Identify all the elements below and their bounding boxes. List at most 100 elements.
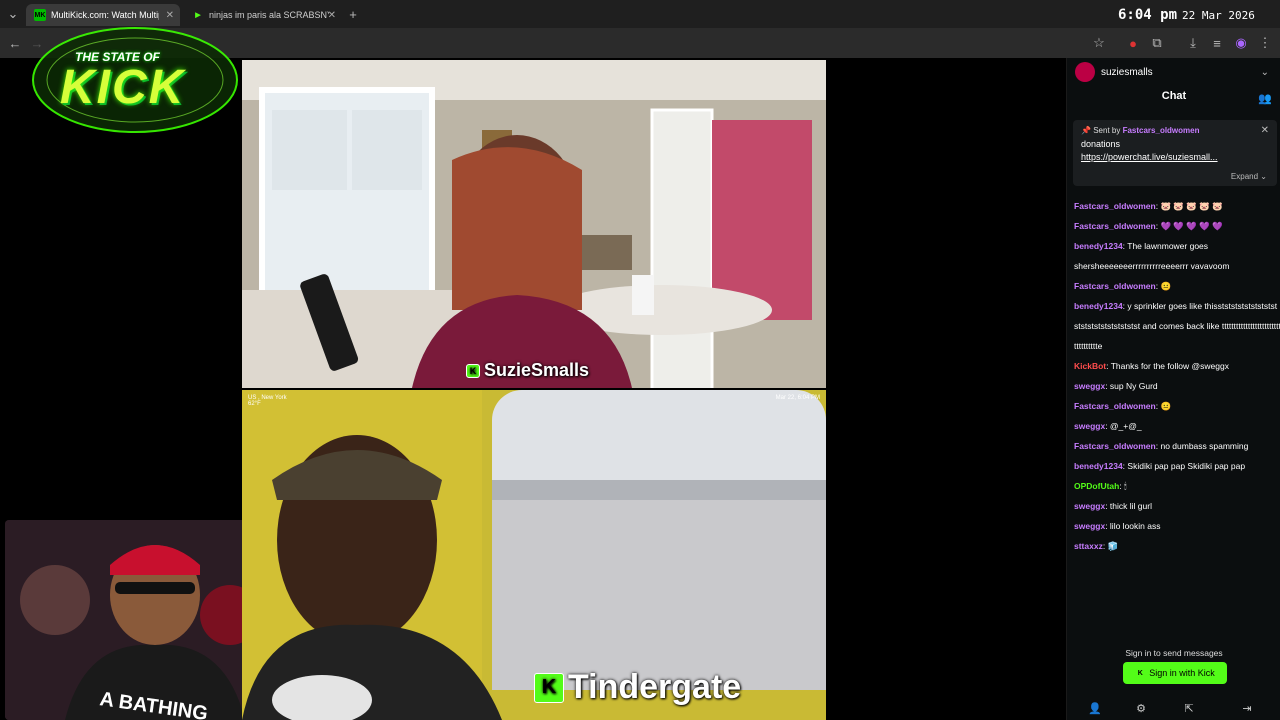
living-room-scene xyxy=(242,60,826,388)
chat-username[interactable]: Fastcars_oldwomen xyxy=(1074,401,1156,411)
profile-icon[interactable]: ◉ xyxy=(1232,34,1250,52)
chevron-down-icon[interactable]: ⌄ xyxy=(1261,67,1269,78)
chat-username[interactable]: KickBot xyxy=(1074,361,1106,371)
chat-text: 💜 💜 💜 💜 💜 xyxy=(1160,221,1223,231)
chat-username[interactable]: OPDofUtah xyxy=(1074,481,1119,491)
users-icon[interactable]: 👥 xyxy=(1258,92,1272,105)
chat-messages: Fastcars_oldwomen: 🐷 🐷 🐷 🐷 🐷 Fastcars_ol… xyxy=(1067,196,1280,636)
download-icon[interactable]: ⤓ xyxy=(1184,34,1202,52)
chat-text: lilo lookin ass xyxy=(1109,521,1161,531)
chat-message: benedy1234: y sprinkler goes like thisst… xyxy=(1074,301,1280,351)
chat-username[interactable]: benedy1234 xyxy=(1074,241,1123,251)
kick-logo-icon: K xyxy=(1135,668,1146,678)
extension-icon[interactable]: ● xyxy=(1124,34,1142,52)
chat-message: Fastcars_oldwomen: 😐 xyxy=(1074,281,1172,291)
tab-title: ninjas im paris ala SCRABSNYC xyxy=(209,10,329,20)
close-tab-icon[interactable]: ✕ xyxy=(166,10,174,21)
chat-channel-header[interactable]: suziesmalls ⌄ xyxy=(1067,58,1280,86)
clock-time: 6:04 pm xyxy=(1118,7,1178,23)
pinned-user[interactable]: Fastcars_oldwomen xyxy=(1123,126,1200,135)
logo-title: KICK xyxy=(60,61,186,114)
chat-text: thick lil gurl xyxy=(1109,501,1152,511)
back-icon[interactable]: ← xyxy=(6,34,24,52)
tab-title: MultiKick.com: Watch Multiple xyxy=(51,10,159,20)
chat-username[interactable]: sweggx xyxy=(1074,381,1105,391)
gear-icon[interactable]: ⚙ xyxy=(1133,700,1149,716)
chat-text: Thanks for the follow @sweggx xyxy=(1110,361,1229,371)
chat-username[interactable]: sweggx xyxy=(1074,421,1105,431)
chat-text: sup Ny Gurd xyxy=(1109,381,1158,391)
pin-icon: 📌 xyxy=(1081,126,1091,135)
expand-label: Expand xyxy=(1230,172,1259,181)
pinned-sender-line: 📌 Sent by Fastcars_oldwomen xyxy=(1081,126,1269,135)
chat-footer: 👤 ⚙ ⇱ ⇥ xyxy=(1067,696,1280,720)
pinned-link[interactable]: https://powerchat.live/suziesmall... xyxy=(1081,152,1269,162)
extensions-puzzle-icon[interactable]: ⧉ xyxy=(1148,34,1166,52)
stream-name-caption: K SuzieSmalls xyxy=(466,360,589,381)
kick-logo-icon: K xyxy=(466,363,480,378)
media-icon[interactable]: ≡ xyxy=(1208,34,1226,52)
stream-name-caption: K Tindergate xyxy=(534,668,741,707)
chat-message: KickBot: Thanks for the follow @sweggx xyxy=(1074,361,1229,371)
chat-message: sweggx: sup Ny Gurd xyxy=(1074,381,1158,391)
chat-username[interactable]: Fastcars_oldwomen xyxy=(1074,201,1156,211)
chat-username[interactable]: Fastcars_oldwomen xyxy=(1074,221,1156,231)
exit-icon[interactable]: ⇥ xyxy=(1239,700,1255,716)
menu-icon[interactable]: ⋮ xyxy=(1256,34,1274,52)
signin-prompt: Sign in to send messages xyxy=(1125,648,1223,658)
tab-search-icon[interactable]: ⌄ xyxy=(4,5,22,23)
new-tab-icon[interactable]: + xyxy=(344,5,362,23)
multikick-favicon-icon: MK xyxy=(34,9,46,21)
chat-message: Fastcars_oldwomen: 😐 xyxy=(1074,401,1172,411)
close-tab-icon[interactable]: ✕ xyxy=(328,10,336,21)
webcam-person-shape: A BATHING xyxy=(5,520,265,720)
stream-video-tindergate[interactable]: US , New York 62°F Mar 22, 6:04 PM K Tin… xyxy=(242,390,826,720)
signin-button[interactable]: K Sign in with Kick xyxy=(1123,662,1227,684)
kick-logo-icon: K xyxy=(534,672,564,703)
streamer-webcam: A BATHING xyxy=(5,520,265,720)
chat-message: Fastcars_oldwomen: 🐷 🐷 🐷 🐷 🐷 xyxy=(1074,201,1223,211)
stream-name: Tindergate xyxy=(568,668,742,706)
chat-username[interactable]: Fastcars_oldwomen xyxy=(1074,441,1156,451)
chat-text: 🕯 xyxy=(1124,481,1127,491)
bookmark-star-icon[interactable]: ☆ xyxy=(1090,34,1108,52)
chat-text: Skidiki pap pap Skidiki pap pap xyxy=(1127,461,1246,471)
chat-username[interactable]: sweggx xyxy=(1074,521,1105,531)
chat-username[interactable]: sweggx xyxy=(1074,501,1105,511)
chat-message: sweggx: lilo lookin ass xyxy=(1074,521,1161,531)
chat-text: 🧊 xyxy=(1107,541,1119,551)
chat-username[interactable]: benedy1234 xyxy=(1074,461,1123,471)
chat-username[interactable]: Fastcars_oldwomen xyxy=(1074,281,1156,291)
add-user-icon[interactable]: 👤 xyxy=(1087,700,1103,716)
pinned-line-1: donations xyxy=(1081,139,1121,149)
signin-button-label: Sign in with Kick xyxy=(1149,668,1215,678)
chat-message: sweggx: @_+@_ xyxy=(1074,421,1142,431)
empty-area xyxy=(826,58,1066,720)
chat-title: Chat xyxy=(1161,90,1187,102)
temperature-text: 62°F xyxy=(248,401,261,407)
stream-name: SuzieSmalls xyxy=(484,360,590,380)
chat-username[interactable]: sttaxxz xyxy=(1074,541,1103,551)
state-of-kick-logo: THE STATE OF KICK xyxy=(30,22,240,140)
chat-text: 😐 xyxy=(1160,401,1172,411)
clock-date: 22 Mar 2026 xyxy=(1182,9,1255,22)
channel-name: suziesmalls xyxy=(1101,66,1153,78)
chat-message: OPDofUtah: 🕯 xyxy=(1074,481,1127,491)
stream-video-suziesmalls[interactable]: K SuzieSmalls xyxy=(242,60,826,388)
chat-message: sttaxxz: 🧊 xyxy=(1074,541,1119,551)
chat-panel: suziesmalls ⌄ Chat 👥 📌 Sent by Fastcars_… xyxy=(1066,58,1280,720)
pinned-expand-button[interactable]: Expand ⌄ xyxy=(1231,172,1267,181)
play-favicon-icon: ▶ xyxy=(195,12,201,19)
chat-text: 😐 xyxy=(1160,281,1172,291)
chat-message: Fastcars_oldwomen: 💜 💜 💜 💜 💜 xyxy=(1074,221,1223,231)
pinned-message[interactable]: 📌 Sent by Fastcars_oldwomen donations ht… xyxy=(1073,120,1277,186)
close-icon[interactable]: ✕ xyxy=(1261,125,1269,136)
pinned-sent-by: Sent by xyxy=(1093,126,1121,135)
chat-text: @_+@_ xyxy=(1109,421,1142,431)
popout-icon[interactable]: ⇱ xyxy=(1181,700,1197,716)
channel-avatar xyxy=(1075,62,1095,82)
chat-message: Fastcars_oldwomen: no dumbass spamming xyxy=(1074,441,1249,451)
chat-username[interactable]: benedy1234 xyxy=(1074,301,1123,311)
chat-message: benedy1234: The lawnmower goes shersheee… xyxy=(1074,241,1230,271)
timestamp-overlay: Mar 22, 6:04 PM xyxy=(775,395,820,401)
